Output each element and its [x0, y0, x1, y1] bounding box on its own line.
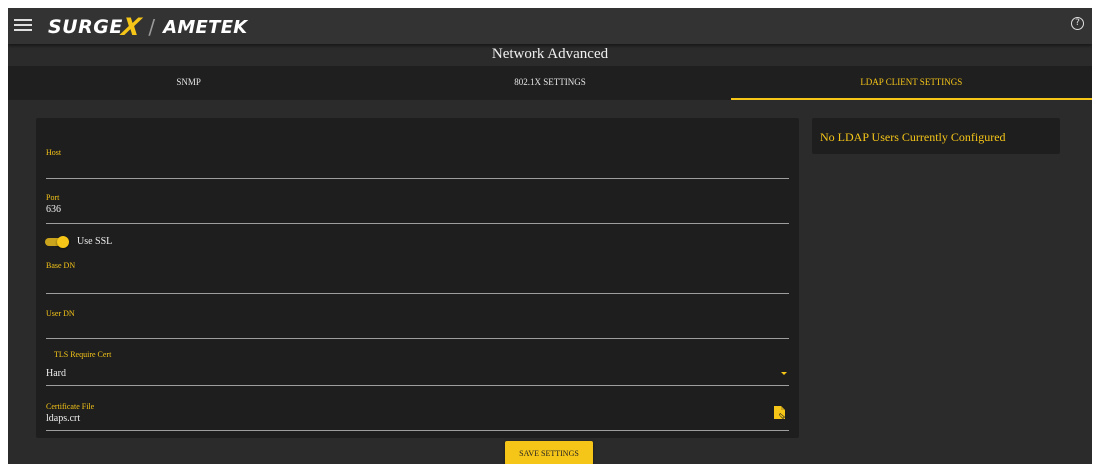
- certificate-file-input[interactable]: ldaps.crt: [46, 413, 80, 424]
- user-dn-field[interactable]: User DN: [46, 303, 789, 339]
- port-label: Port: [46, 193, 60, 202]
- use-ssl-label: Use SSL: [77, 236, 113, 247]
- logo-x-mark: X: [119, 13, 143, 41]
- tab-snmp[interactable]: SNMP: [8, 66, 369, 100]
- use-ssl-toggle[interactable]: [45, 236, 69, 248]
- logo-divider: /: [148, 15, 156, 39]
- certificate-file-field[interactable]: Certificate File ldaps.crt: [46, 400, 789, 431]
- hamburger-menu-icon[interactable]: [12, 16, 34, 36]
- tls-require-cert-select[interactable]: TLS Require Cert Hard: [46, 350, 789, 386]
- tab-bar: SNMP 802.1X SETTINGS LDAP CLIENT SETTING…: [8, 66, 1092, 100]
- surgex-ametek-logo: SURGE X / AMETEK: [48, 13, 248, 41]
- file-upload-icon[interactable]: [773, 405, 787, 420]
- port-field[interactable]: Port 636: [46, 188, 789, 224]
- ldap-users-panel: No LDAP Users Currently Configured: [812, 118, 1060, 154]
- toggle-thumb: [57, 236, 69, 248]
- no-users-message: No LDAP Users Currently Configured: [820, 130, 1006, 144]
- base-dn-field[interactable]: Base DN: [46, 255, 789, 294]
- base-dn-label: Base DN: [46, 261, 76, 270]
- logo-ametek-text: AMETEK: [163, 16, 248, 38]
- user-dn-label: User DN: [46, 309, 75, 318]
- host-label: Host: [46, 148, 62, 157]
- port-input[interactable]: 636: [46, 204, 61, 215]
- app-window: SURGE X / AMETEK ? Network Advanced SNMP…: [8, 8, 1092, 464]
- logo-surge-text: SURGE: [48, 16, 123, 38]
- page-title: Network Advanced: [491, 46, 609, 62]
- certificate-file-label: Certificate File: [46, 402, 95, 411]
- tab-ldap-client-settings[interactable]: LDAP CLIENT SETTINGS: [730, 66, 1092, 100]
- tab-8021x-settings[interactable]: 802.1X SETTINGS: [369, 66, 730, 100]
- ldap-settings-form: Host Port 636 Use SSL Base DN User DN TL…: [36, 118, 799, 438]
- tls-require-cert-label: TLS Require Cert: [54, 350, 112, 359]
- top-bar: SURGE X / AMETEK ?: [8, 8, 1092, 44]
- host-field[interactable]: Host: [46, 140, 789, 179]
- chevron-down-icon[interactable]: [781, 372, 787, 375]
- tls-require-cert-value: Hard: [46, 368, 66, 379]
- save-settings-button[interactable]: SAVE SETTINGS: [505, 441, 593, 464]
- help-icon[interactable]: ?: [1071, 17, 1084, 30]
